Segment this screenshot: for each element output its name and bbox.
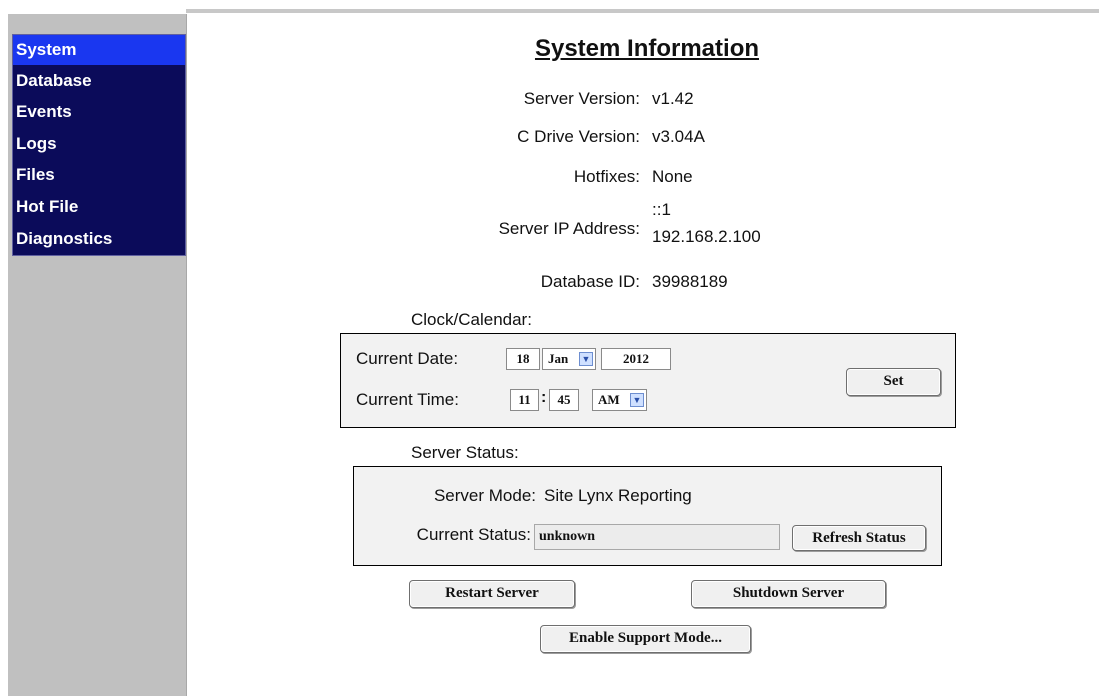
- page-title: System Information: [534, 35, 760, 62]
- left-margin: [0, 14, 8, 696]
- set-button[interactable]: Set: [846, 368, 941, 396]
- current-status-field: unknown: [534, 524, 780, 550]
- sidebar-item-diagnostics[interactable]: Diagnostics: [13, 224, 185, 254]
- database-id-label: Database ID:: [540, 272, 640, 291]
- current-date-label: Current Date:: [356, 349, 459, 368]
- ampm-select[interactable]: AM ▼: [592, 389, 647, 411]
- restart-server-button[interactable]: Restart Server: [409, 580, 575, 608]
- clock-box: Current Date: 18 Jan ▼ 2012 Current Time…: [340, 333, 956, 428]
- ip-label: Server IP Address:: [498, 219, 640, 238]
- ip-value-ipv4: 192.168.2.100: [652, 227, 761, 246]
- current-status-label: Current Status:: [416, 525, 531, 544]
- year-field[interactable]: 2012: [601, 348, 671, 370]
- sidebar-item-hot-file[interactable]: Hot File: [13, 192, 185, 222]
- c-drive-value: v3.04A: [652, 127, 705, 146]
- hour-field[interactable]: 11: [510, 389, 539, 411]
- shutdown-server-button[interactable]: Shutdown Server: [691, 580, 886, 608]
- day-field[interactable]: 18: [506, 348, 540, 370]
- hotfixes-value: None: [652, 167, 693, 186]
- status-box: Server Mode: Site Lynx Reporting Current…: [353, 466, 942, 566]
- c-drive-label: C Drive Version:: [517, 127, 640, 146]
- ampm-value: AM: [598, 392, 620, 407]
- server-version-label: Server Version:: [523, 89, 640, 108]
- status-section-label: Server Status:: [411, 443, 519, 462]
- month-value: Jan: [548, 351, 569, 366]
- month-select[interactable]: Jan ▼: [542, 348, 596, 370]
- refresh-status-button[interactable]: Refresh Status: [792, 525, 926, 551]
- hotfixes-label: Hotfixes:: [573, 167, 640, 186]
- sidebar-item-events[interactable]: Events: [13, 97, 185, 127]
- database-id-value: 39988189: [652, 272, 728, 291]
- server-version-value: v1.42: [652, 89, 694, 108]
- enable-support-mode-button[interactable]: Enable Support Mode...: [540, 625, 751, 653]
- time-colon: :: [541, 389, 547, 406]
- server-mode-value: Site Lynx Reporting: [544, 486, 692, 505]
- server-mode-label: Server Mode:: [433, 486, 536, 505]
- clock-section-label: Clock/Calendar:: [411, 310, 532, 329]
- ip-value-ipv6: ::1: [652, 200, 671, 219]
- sidebar-item-database[interactable]: Database: [13, 66, 185, 96]
- sidebar-item-logs[interactable]: Logs: [13, 129, 185, 159]
- sidebar-nav: System Database Events Logs Files Hot Fi…: [12, 34, 186, 256]
- sidebar-item-files[interactable]: Files: [13, 160, 185, 190]
- sidebar-item-system[interactable]: System: [13, 35, 185, 65]
- top-divider: [186, 9, 1099, 13]
- current-time-label: Current Time:: [356, 390, 459, 409]
- minute-field[interactable]: 45: [549, 389, 579, 411]
- chevron-down-icon: ▼: [630, 393, 644, 407]
- chevron-down-icon: ▼: [579, 352, 593, 366]
